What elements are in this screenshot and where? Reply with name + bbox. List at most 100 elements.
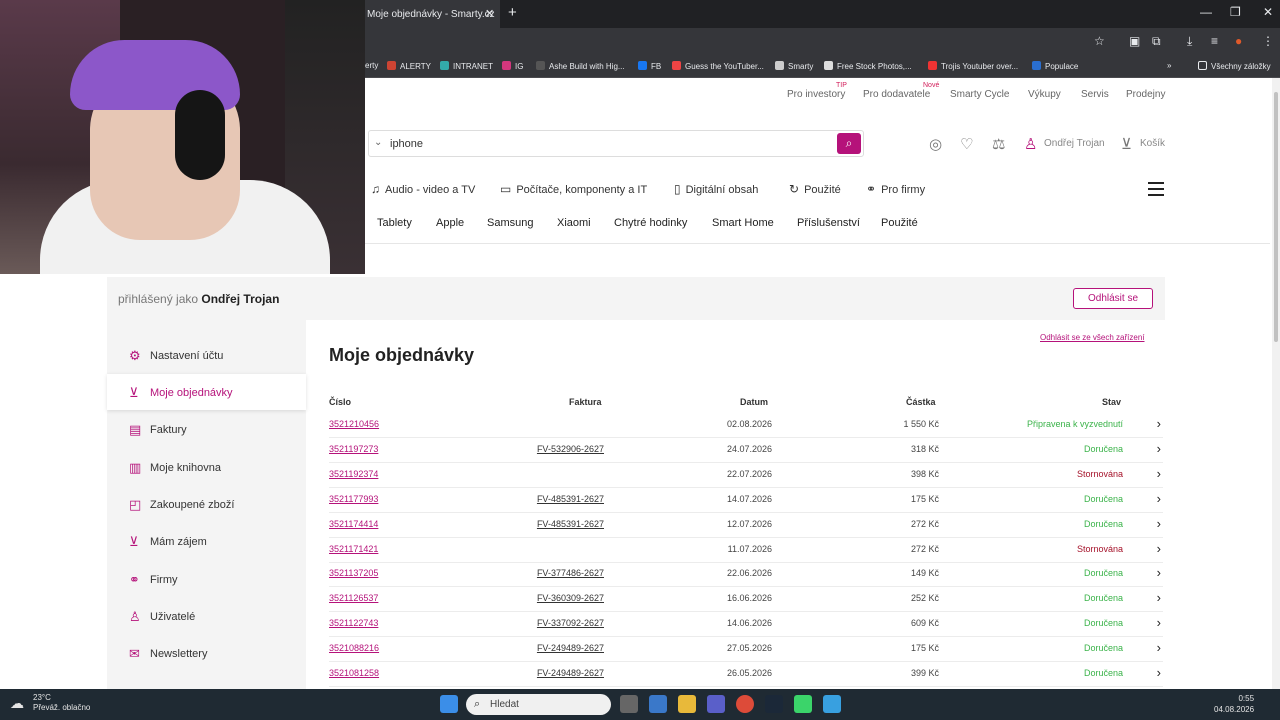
invoice-link[interactable]: FV-249489-2627 bbox=[537, 643, 604, 653]
scrollbar-thumb[interactable] bbox=[1274, 92, 1278, 342]
sidebar-item-orders[interactable]: ⊻ Moje objednávky bbox=[107, 374, 306, 410]
app-icon[interactable] bbox=[823, 695, 841, 713]
order-number-link[interactable]: 3521177993 bbox=[329, 494, 378, 504]
taskbar-search[interactable]: ⌕ Hledat bbox=[466, 694, 611, 715]
table-row[interactable]: 3521192374 22.07.2026 398 Kč Stornována › bbox=[329, 463, 1163, 488]
chevron-right-icon[interactable]: › bbox=[1157, 516, 1161, 531]
cat-audio[interactable]: ♫ Audio - video a TV bbox=[371, 182, 475, 196]
subnav-tablets[interactable]: Tablety bbox=[377, 217, 412, 229]
search-button[interactable]: ⌕ bbox=[837, 133, 861, 154]
table-row[interactable]: 3521177993 FV-485391-2627 14.07.2026 175 Kč… bbox=[329, 488, 1163, 513]
chevron-right-icon[interactable]: › bbox=[1157, 565, 1161, 580]
logout-button[interactable]: Odhlásit se bbox=[1073, 288, 1153, 309]
order-number-link[interactable]: 3521081258 bbox=[329, 668, 379, 678]
chevron-right-icon[interactable]: › bbox=[1157, 590, 1161, 605]
minimize-icon[interactable]: — bbox=[1200, 5, 1212, 19]
media-icon[interactable]: ≡ bbox=[1211, 34, 1218, 48]
sidebar-item-newsletters[interactable]: ✉ Newslettery bbox=[107, 635, 306, 671]
heart-icon[interactable]: ♡ bbox=[960, 135, 973, 153]
chevron-right-icon[interactable]: › bbox=[1157, 491, 1161, 506]
order-number-link[interactable]: 3521192374 bbox=[329, 469, 378, 479]
compare-icon[interactable]: ⚖ bbox=[992, 135, 1005, 153]
cart-icon[interactable]: ⊻ bbox=[1121, 135, 1132, 153]
bookmark[interactable]: INTRANET bbox=[440, 61, 493, 71]
bookmark[interactable]: Všechny záložky bbox=[1198, 61, 1271, 71]
browser-tab[interactable]: Moje objednávky - Smarty.cz ✕ bbox=[365, 0, 500, 28]
bookmark[interactable]: Trojis Youtuber over... bbox=[928, 61, 1018, 71]
sidebar-item-purchased[interactable]: ◰ Zakoupené zboží bbox=[107, 486, 306, 522]
cart-label[interactable]: Košík bbox=[1140, 138, 1165, 149]
subnav-smarthome[interactable]: Smart Home bbox=[712, 217, 774, 229]
subnav-xiaomi[interactable]: Xiaomi bbox=[557, 217, 591, 229]
sidebar-item-invoices[interactable]: ▤ Faktury bbox=[107, 411, 306, 447]
bookmark[interactable]: Free Stock Photos,... bbox=[824, 61, 912, 71]
download-icon[interactable]: ⤓ bbox=[1187, 34, 1192, 49]
invoice-link[interactable]: FV-249489-2627 bbox=[537, 668, 604, 678]
table-row[interactable]: 3521171421 11.07.2026 272 Kč Stornována › bbox=[329, 538, 1163, 563]
table-row[interactable]: 3521210456 02.08.2026 1 550 Kč Připravena k… bbox=[329, 413, 1163, 438]
extension-icon[interactable]: ▣ bbox=[1129, 34, 1140, 48]
sidebar-item-settings[interactable]: ⚙ Nastavení účtu bbox=[107, 337, 306, 373]
bookmarks-overflow-icon[interactable]: » bbox=[1167, 61, 1171, 70]
subnav-samsung[interactable]: Samsung bbox=[487, 217, 533, 229]
logout-all-devices-link[interactable]: Odhlásit se ze všech zařízení bbox=[1040, 333, 1145, 342]
star-icon[interactable]: ☆ bbox=[1094, 34, 1105, 48]
chevron-right-icon[interactable]: › bbox=[1157, 441, 1161, 456]
menu-icon[interactable]: ⋮ bbox=[1262, 34, 1274, 48]
subnav-accessories[interactable]: Příslušenství bbox=[797, 217, 860, 229]
weather-icon[interactable]: ☁ bbox=[10, 695, 24, 712]
sidebar-item-users[interactable]: ♙ Uživatelé bbox=[107, 598, 306, 634]
chevron-right-icon[interactable]: › bbox=[1157, 416, 1161, 431]
bookmark[interactable]: Guess the YouTuber... bbox=[672, 61, 764, 71]
close-tab-icon[interactable]: ✕ bbox=[485, 7, 494, 20]
topnav-service[interactable]: Servis bbox=[1081, 89, 1109, 100]
cat-used[interactable]: ↻ Použité bbox=[789, 182, 841, 196]
table-row[interactable]: 3521081258 FV-249489-2627 26.05.2026 399 Kč… bbox=[329, 662, 1163, 687]
invoice-link[interactable]: FV-377486-2627 bbox=[537, 568, 604, 578]
chevron-right-icon[interactable]: › bbox=[1157, 615, 1161, 630]
user-name[interactable]: Ondřej Trojan bbox=[1044, 138, 1105, 149]
sidebar-item-library[interactable]: ▥ Moje knihovna bbox=[107, 449, 306, 485]
cat-business[interactable]: ⚭ Pro firmy bbox=[866, 182, 925, 196]
task-view-icon[interactable] bbox=[620, 695, 638, 713]
order-number-link[interactable]: 3521174414 bbox=[329, 519, 378, 529]
chevron-right-icon[interactable]: › bbox=[1157, 466, 1161, 481]
puzzle-icon[interactable]: ⧉ bbox=[1152, 34, 1161, 49]
topnav-investors[interactable]: Pro investory bbox=[787, 89, 845, 100]
table-row[interactable]: 3521174414 FV-485391-2627 12.07.2026 272 Kč… bbox=[329, 513, 1163, 538]
support-icon[interactable]: ◎ bbox=[929, 135, 942, 153]
invoice-link[interactable]: FV-532906-2627 bbox=[537, 444, 604, 454]
table-row[interactable]: 3521088216 FV-249489-2627 27.05.2026 175 Kč… bbox=[329, 637, 1163, 663]
search-input[interactable]: iphone bbox=[390, 138, 423, 150]
sidebar-item-companies[interactable]: ⚭ Firmy bbox=[107, 561, 306, 597]
bookmark[interactable]: Smarty bbox=[775, 61, 813, 71]
order-number-link[interactable]: 3521122743 bbox=[329, 618, 378, 628]
order-number-link[interactable]: 3521088216 bbox=[329, 643, 379, 653]
cat-computers[interactable]: ▭ Počítače, komponenty a IT bbox=[500, 182, 647, 196]
order-number-link[interactable]: 3521137205 bbox=[329, 568, 378, 578]
maximize-icon[interactable]: ❐ bbox=[1230, 5, 1241, 19]
discord-icon[interactable] bbox=[794, 695, 812, 713]
invoice-link[interactable]: FV-337092-2627 bbox=[537, 618, 604, 628]
topnav-suppliers[interactable]: Pro dodavatele bbox=[863, 89, 930, 100]
invoice-link[interactable]: FV-485391-2627 bbox=[537, 494, 604, 504]
topnav-stores[interactable]: Prodejny bbox=[1126, 89, 1165, 100]
subnav-apple[interactable]: Apple bbox=[436, 217, 464, 229]
table-row[interactable]: 3521122743 FV-337092-2627 14.06.2026 609 Kč… bbox=[329, 612, 1163, 638]
order-number-link[interactable]: 3521171421 bbox=[329, 544, 378, 554]
topnav-cycle[interactable]: Smarty Cycle bbox=[950, 89, 1009, 100]
store-icon[interactable] bbox=[649, 695, 667, 713]
hamburger-menu-icon[interactable] bbox=[1148, 182, 1164, 196]
table-row[interactable]: 3521137205 FV-377486-2627 22.06.2026 149 Kč… bbox=[329, 562, 1163, 588]
order-number-link[interactable]: 3521197273 bbox=[329, 444, 378, 454]
invoice-link[interactable]: FV-360309-2627 bbox=[537, 593, 604, 603]
chrome-icon[interactable] bbox=[736, 695, 754, 713]
order-number-link[interactable]: 3521210456 bbox=[329, 419, 379, 429]
taskbar-clock[interactable]: 0:55 04.08.2026 bbox=[1214, 693, 1254, 715]
steam-icon[interactable] bbox=[765, 695, 783, 713]
cat-digital[interactable]: ▯ Digitální obsah bbox=[674, 182, 758, 196]
chevron-right-icon[interactable]: › bbox=[1157, 640, 1161, 655]
invoice-link[interactable]: FV-485391-2627 bbox=[537, 519, 604, 529]
chevron-down-icon[interactable]: ⌄ bbox=[374, 137, 382, 148]
bookmark[interactable]: Populace bbox=[1032, 61, 1078, 71]
